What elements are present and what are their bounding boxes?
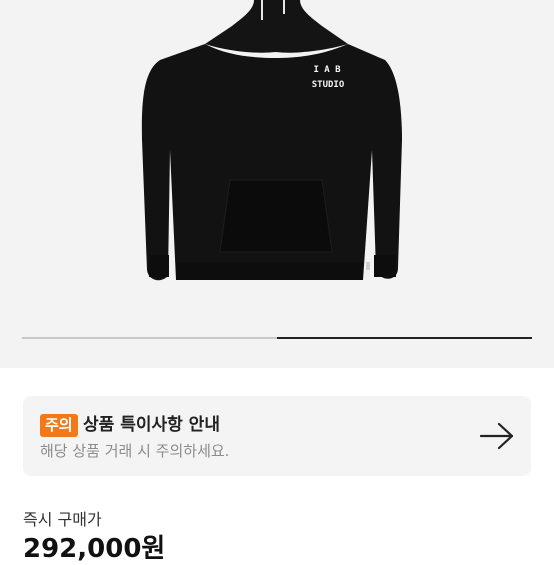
notice-title: 상품 특이사항 안내 xyxy=(83,415,220,435)
product-notice-card[interactable]: 주의 상품 특이사항 안내 해당 상품 거래 시 주의하세요. xyxy=(23,396,531,476)
logo-line2: STUDIO xyxy=(312,80,345,90)
image-bottom-band xyxy=(0,340,554,368)
hoodie-illustration: I A B STUDIO xyxy=(141,0,402,281)
logo-line1: I A B xyxy=(313,65,341,75)
warning-badge: 주의 xyxy=(40,414,78,437)
price-value: 292,000원 xyxy=(23,534,166,564)
notice-description: 해당 상품 거래 시 주의하세요. xyxy=(40,442,230,460)
product-image[interactable]: I A B STUDIO xyxy=(0,0,554,340)
price-label: 즉시 구매가 xyxy=(23,510,102,529)
gallery-progress-fill xyxy=(277,337,532,339)
gallery-progress-bar xyxy=(22,337,532,339)
arrow-right-icon[interactable] xyxy=(477,420,517,452)
